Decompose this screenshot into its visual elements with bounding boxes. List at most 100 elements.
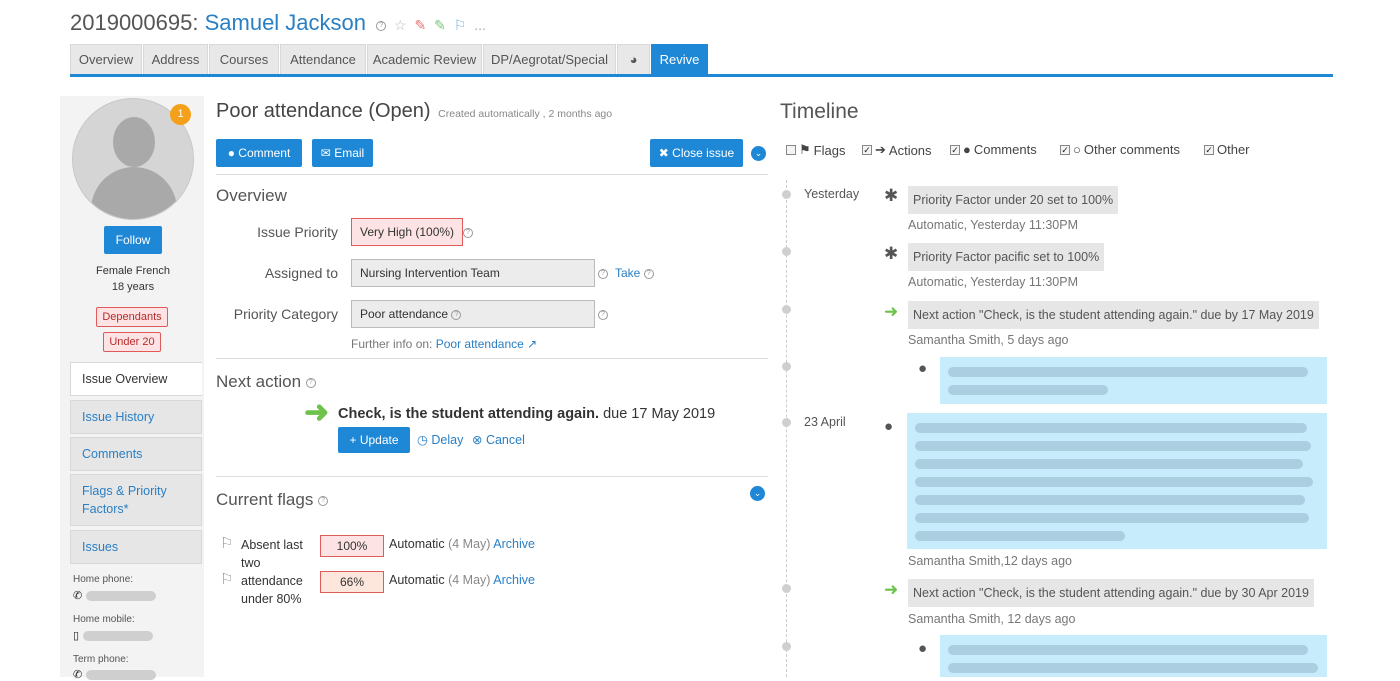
filter-actions-label: Actions [888, 142, 932, 158]
assigned-to-select[interactable]: Nursing Intervention Team [351, 259, 595, 287]
flag-percent: 66% [320, 571, 384, 593]
checkbox[interactable]: ✓ [862, 145, 872, 155]
tag-under-20[interactable]: Under 20 [103, 332, 161, 352]
checkbox[interactable]: ✓ [950, 144, 960, 155]
notification-badge[interactable]: 1 [170, 104, 191, 125]
timeline-date: 23 April [804, 415, 846, 429]
tab-address[interactable]: Address [143, 44, 208, 74]
checkbox[interactable]: ✓ [1060, 144, 1070, 155]
term-phone-value[interactable]: ✆ [73, 668, 157, 681]
help-icon[interactable]: ? [643, 268, 654, 279]
help-icon[interactable]: ? [598, 269, 608, 279]
take-link-label: Take [615, 266, 641, 280]
filter-other-comments-label: Other comments [1083, 142, 1180, 157]
timeline-dot [782, 418, 791, 427]
help-icon[interactable]: ? [376, 21, 387, 32]
home-phone-label: Home phone: [73, 574, 134, 585]
issue-meta: Created automatically , 2 months ago [438, 108, 613, 120]
update-button[interactable]: + Update [338, 427, 410, 453]
timeline-event: Priority Factor under 20 set to 100% [908, 186, 1119, 214]
delay-label: Delay [431, 433, 464, 447]
assigned-to-label: Assigned to [264, 265, 338, 281]
sidebar-item-flags-priority-factors[interactable]: Flags & Priority Factors* [70, 474, 202, 526]
sidebar-item-issue-history[interactable]: Issue History [70, 400, 202, 434]
pin-green-icon[interactable]: ✎ [434, 17, 446, 33]
page-title: 2019000695: Samuel Jackson ? ☆ ✎ ✎ ⚐ ... [70, 10, 490, 36]
timeline-dot [782, 362, 791, 371]
comment-bubble [940, 635, 1327, 677]
pin-red-icon[interactable]: ✎ [414, 17, 426, 33]
priority-category-select[interactable]: Poor attendance ? [351, 300, 595, 328]
checkbox[interactable] [786, 145, 796, 155]
arrow-right-icon: ➜ [884, 302, 899, 321]
tab-overview[interactable]: Overview [70, 44, 142, 74]
checkbox[interactable]: ✓ [1204, 144, 1214, 155]
home-mobile-value[interactable]: ▯ [73, 629, 154, 642]
tab-courses[interactable]: Courses [209, 44, 279, 74]
filter-other-comments[interactable]: ✓ ○ Other comments [1060, 142, 1180, 157]
filter-flags-label: Flags [813, 142, 846, 158]
student-name[interactable]: Samuel Jackson [205, 10, 366, 35]
timeline-event-author: Samantha Smith, 5 days ago [908, 333, 1069, 347]
star-icon[interactable]: ☆ [394, 17, 407, 33]
issue-priority-value[interactable]: Very High (100%) [351, 218, 464, 246]
further-info-link[interactable]: Poor attendance [436, 337, 524, 351]
tab-attendance[interactable]: Attendance [280, 44, 366, 74]
external-link-icon[interactable]: ↗ [527, 337, 537, 351]
email-button[interactable]: ✉ Email [312, 139, 373, 167]
tab-academic-review[interactable]: Academic Review [367, 44, 482, 74]
archive-link[interactable]: Archive [493, 573, 535, 587]
help-icon[interactable]: ? [598, 310, 608, 320]
comment-button[interactable]: ● Comment [216, 139, 302, 167]
follow-button[interactable]: Follow [104, 226, 162, 254]
tag-dependants[interactable]: Dependants [96, 307, 168, 327]
help-icon[interactable]: ? [318, 495, 329, 506]
delay-link[interactable]: ◷ Delay [417, 432, 463, 447]
sidebar-item-issues[interactable]: Issues [70, 530, 202, 564]
issue-title-text: Poor attendance (Open) [216, 100, 431, 122]
next-action-title: Next action [216, 372, 302, 391]
arrow-right-icon: ➜ [884, 580, 899, 599]
next-action-text: Check, is the student attending again. d… [338, 406, 715, 422]
divider [216, 174, 768, 175]
divider [216, 358, 768, 359]
flag-outline-icon: ⚐ [220, 535, 234, 552]
help-icon[interactable]: ? [305, 377, 316, 388]
flag-source-label: Automatic [389, 573, 445, 587]
divider [216, 476, 768, 477]
filter-comments[interactable]: ✓ ● Comments [950, 142, 1037, 157]
tab-dp-aegrotat-special[interactable]: DP/Aegrotat/Special [483, 44, 616, 74]
clock-icon: ◷ [417, 433, 432, 447]
take-link[interactable]: Take ? [615, 266, 654, 280]
flag-percent: 100% [320, 535, 384, 557]
further-info-label: Further info on: [351, 337, 433, 351]
flag-source: Automatic (4 May) Archive [389, 573, 535, 587]
chevron-down-icon[interactable]: ⌄ [751, 146, 766, 161]
archive-link[interactable]: Archive [493, 537, 535, 551]
sidebar-item-issue-overview[interactable]: Issue Overview [70, 362, 202, 396]
sidebar-item-comments[interactable]: Comments [70, 437, 202, 471]
help-icon[interactable]: ? [463, 228, 473, 238]
tab-revive[interactable]: Revive [651, 44, 708, 74]
filter-flags[interactable]: ⚑ Flags [786, 142, 845, 158]
tab-charts[interactable]: ◕ [617, 44, 650, 74]
close-issue-label: Close issue [672, 146, 735, 160]
chevron-down-icon[interactable]: ⌄ [750, 486, 765, 501]
filter-other[interactable]: ✓ Other [1204, 142, 1250, 157]
cancel-link[interactable]: ⊗ Cancel [472, 432, 525, 447]
home-phone-value[interactable]: ✆ [73, 589, 157, 602]
close-issue-button[interactable]: ✖ Close issue [650, 139, 743, 167]
more-menu[interactable]: ... [474, 17, 486, 33]
asterisk-icon: ✱ [884, 244, 899, 263]
filter-actions[interactable]: ✓ ➔ Actions [862, 142, 932, 158]
mobile-icon: ▯ [73, 630, 80, 642]
further-info: Further info on: Poor attendance ↗ [351, 337, 537, 351]
timeline-event: Priority Factor pacific set to 100% [908, 243, 1105, 271]
phone-icon: ✆ [73, 669, 83, 681]
timeline-event: Next action "Check, is the student atten… [908, 579, 1314, 607]
flag-outline-icon[interactable]: ⚐ [454, 17, 467, 33]
timeline-dot [782, 642, 791, 651]
issue-priority-label: Issue Priority [257, 224, 338, 240]
next-action-due: due 17 May 2019 [603, 406, 716, 422]
help-icon[interactable]: ? [451, 309, 462, 320]
